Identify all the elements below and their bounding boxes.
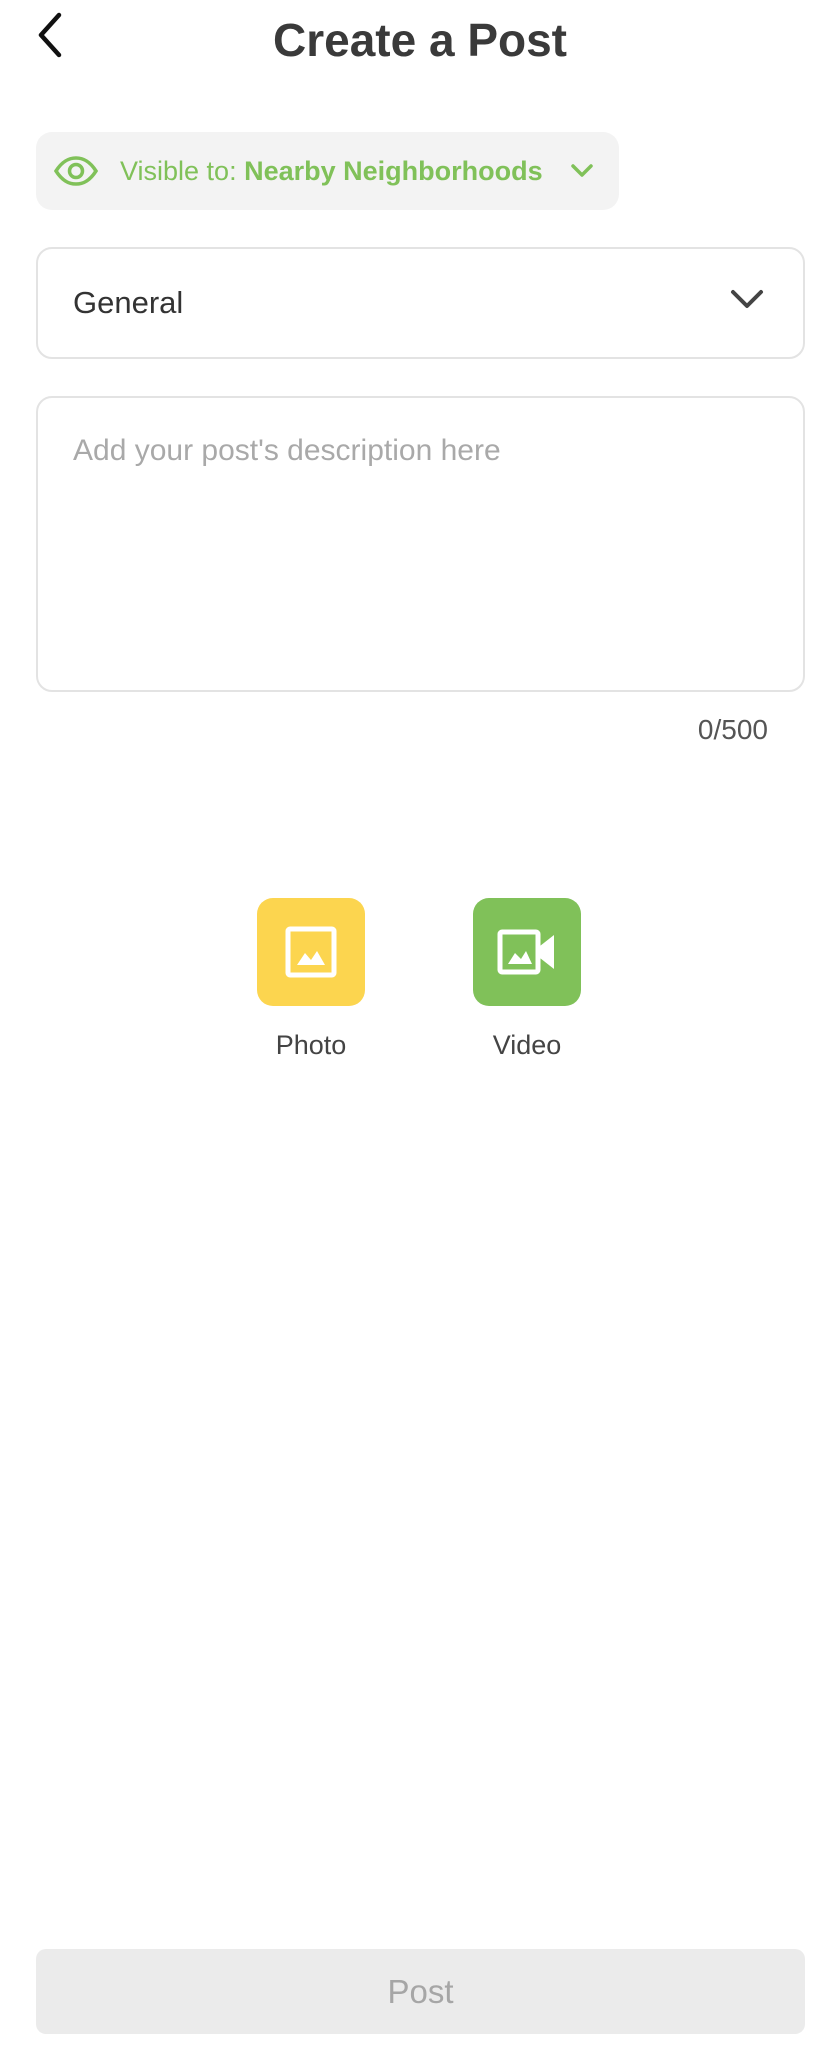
chevron-down-icon: [569, 158, 595, 184]
category-selected-value: General: [73, 285, 184, 320]
video-tile: [473, 898, 581, 1006]
video-camera-icon: [497, 929, 554, 975]
page-title: Create a Post: [272, 14, 567, 66]
photo-label: Photo: [275, 1030, 347, 1060]
photo-tile: [257, 898, 365, 1006]
eye-icon: [54, 156, 98, 186]
video-label: Video: [492, 1030, 562, 1060]
add-photo-button[interactable]: Photo: [251, 898, 371, 1061]
image-icon: [285, 926, 337, 978]
visibility-value: Nearby Neighborhoods: [244, 155, 543, 186]
category-dropdown[interactable]: General: [36, 247, 805, 359]
add-video-button[interactable]: Video: [467, 898, 587, 1061]
description-input[interactable]: [73, 434, 768, 654]
visibility-selector[interactable]: Visible to: Nearby Neighborhoods: [36, 132, 619, 210]
visibility-text: Visible to: Nearby Neighborhoods: [120, 156, 543, 187]
create-post-screen: Create a Post Visible to: Nearby Neighbo…: [0, 0, 840, 2058]
visibility-prefix: Visible to:: [120, 155, 237, 186]
chevron-down-icon: [729, 287, 765, 313]
character-counter: 0/500: [697, 714, 768, 745]
description-field[interactable]: [36, 396, 805, 692]
post-button[interactable]: Post: [36, 1949, 805, 2034]
